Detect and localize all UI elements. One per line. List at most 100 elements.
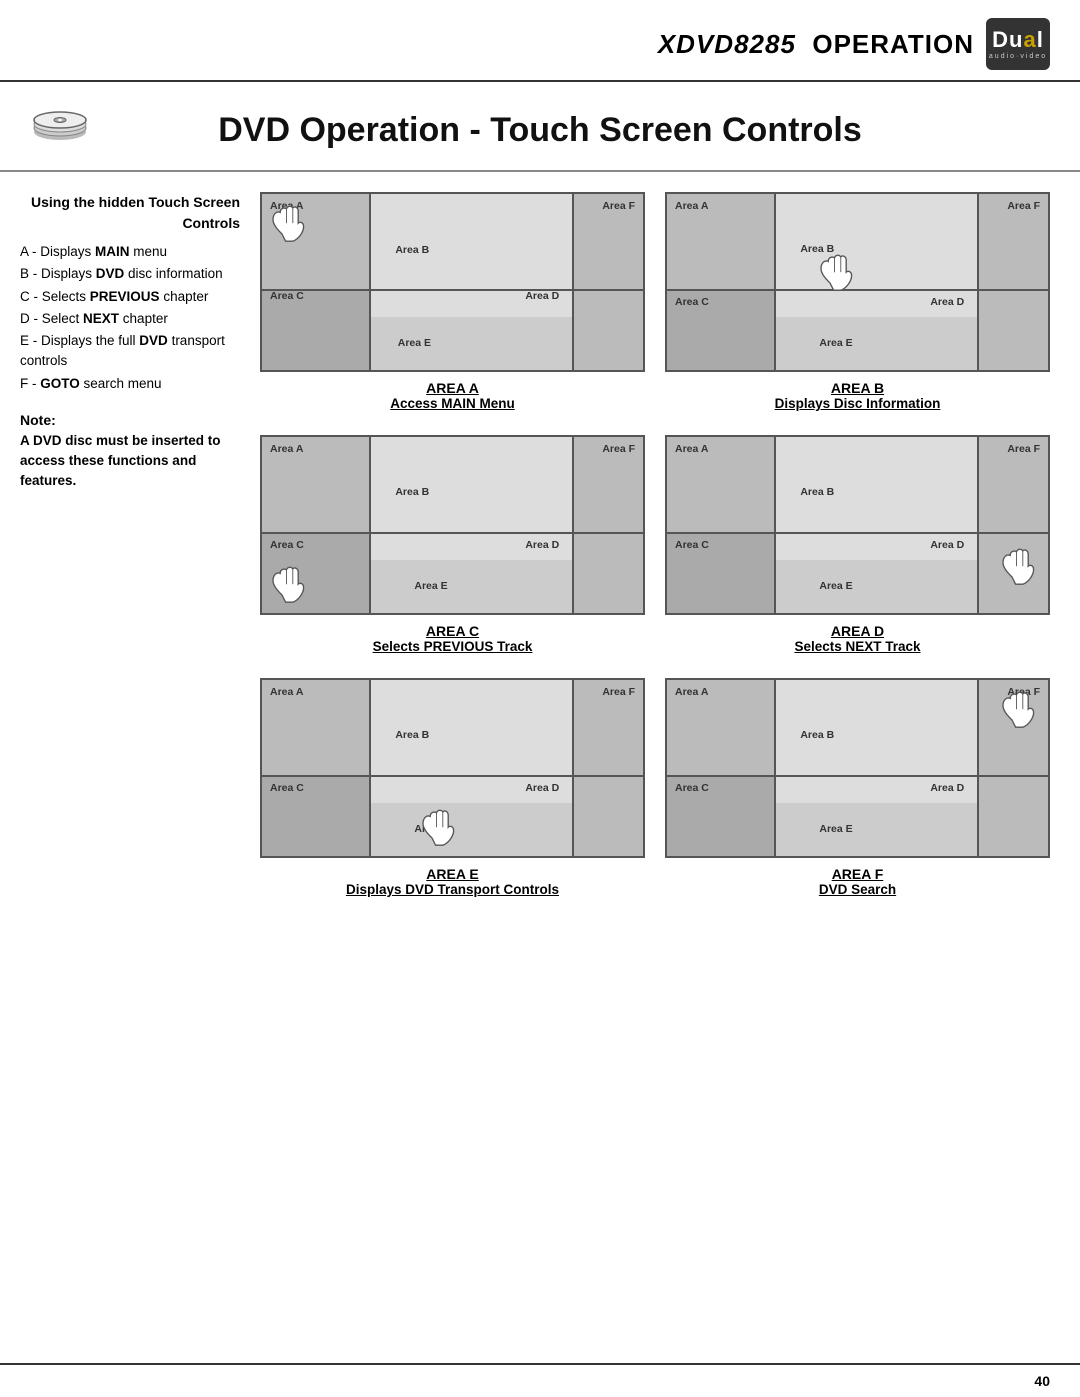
label-area-e: Area E (819, 580, 852, 592)
diagram-box-e: Area A Area F Area B Area C Area D Area … (260, 678, 645, 858)
diagram-box-b: Area A Area F Area B Area C Area D Area … (665, 192, 1050, 372)
label-area-d: Area D (930, 782, 964, 794)
diagram-box-f: Area A Area F Area B Area C Area D Area … (665, 678, 1050, 858)
header: XDVD8285 OPERATION Dual audio·video (0, 0, 1080, 82)
caption-area-label: AREA F (819, 866, 896, 882)
diagram-box-d: Area A Area F Area B Area C Area D Area … (665, 435, 1050, 615)
caption-area-label: AREA C (373, 623, 533, 639)
label-area-c: Area C (270, 539, 304, 551)
label-area-a: Area A (270, 443, 303, 455)
label-area-f: Area F (602, 200, 635, 212)
label-area-b: Area B (395, 486, 429, 498)
h-divider (667, 532, 1048, 534)
label-area-f: Area F (602, 443, 635, 455)
label-area-b: Area B (800, 729, 834, 741)
h-divider (262, 289, 643, 291)
label-area-a: Area A (675, 200, 708, 212)
diagram-area-e: Area A Area F Area B Area C Area D Area … (260, 678, 645, 897)
label-area-a: Area A (675, 443, 708, 455)
region-e (369, 560, 575, 613)
brand-logo: Dual audio·video (986, 18, 1050, 70)
label-area-e: Area E (398, 337, 431, 349)
list-item: A - Displays MAIN menu (20, 242, 240, 262)
label-area-d: Area D (525, 539, 559, 551)
label-area-e: Area E (819, 823, 852, 835)
operation-label: OPERATION (812, 29, 974, 59)
label-area-b: Area B (800, 486, 834, 498)
caption-area-desc: Access MAIN Menu (390, 396, 515, 411)
caption-area-label: AREA D (794, 623, 920, 639)
diagram-row-1: Area A Area F Area B Area C Area D Area … (260, 192, 1050, 411)
label-area-c: Area C (675, 782, 709, 794)
diagram-box-c: Area A Area F Area B Area C Area D Area … (260, 435, 645, 615)
list-item: D - Select NEXT chapter (20, 309, 240, 329)
v-divider-left (774, 194, 776, 370)
list-item: B - Displays DVD disc information (20, 264, 240, 284)
caption-area-b: AREA B Displays Disc Information (775, 380, 941, 411)
page-title: DVD Operation - Touch Screen Controls (110, 111, 1050, 150)
region-e (369, 803, 575, 856)
caption-area-e: AREA E Displays DVD Transport Controls (346, 866, 559, 897)
caption-area-label: AREA B (775, 380, 941, 396)
page-title-row: DVD Operation - Touch Screen Controls (0, 82, 1080, 172)
caption-area-a: AREA A Access MAIN Menu (390, 380, 515, 411)
v-divider-left (774, 437, 776, 613)
label-area-e: Area E (414, 580, 447, 592)
label-area-a: Area A (270, 686, 303, 698)
caption-area-desc: Selects PREVIOUS Track (373, 639, 533, 654)
diagram-row-3: Area A Area F Area B Area C Area D Area … (260, 678, 1050, 897)
region-e (774, 803, 980, 856)
dvd-disc-icon (30, 100, 90, 160)
label-area-b: Area B (395, 244, 429, 256)
main-content: Using the hidden Touch Screen Controls A… (0, 172, 1080, 917)
diagram-area-f: Area A Area F Area B Area C Area D Area … (665, 678, 1050, 897)
label-area-f: Area F (602, 686, 635, 698)
caption-area-desc: DVD Search (819, 882, 896, 897)
v-divider-right (572, 680, 574, 856)
diagram-area-a: Area A Area F Area B Area C Area D Area … (260, 192, 645, 411)
v-divider-right (572, 437, 574, 613)
label-area-f: Area F (1007, 443, 1040, 455)
left-sidebar: Using the hidden Touch Screen Controls A… (20, 192, 240, 897)
v-divider-left (369, 680, 371, 856)
hand-icon-e (414, 802, 466, 854)
logo-sub: audio·video (989, 53, 1047, 60)
caption-area-f: AREA F DVD Search (819, 866, 896, 897)
v-divider-left (774, 680, 776, 856)
note-title: Note: (20, 410, 240, 431)
label-area-c: Area C (270, 290, 304, 302)
list-item: E - Displays the full DVD transport cont… (20, 331, 240, 372)
region-e (774, 560, 980, 613)
region-e (774, 317, 980, 370)
v-divider-right (572, 194, 574, 370)
label-area-a: Area A (675, 686, 708, 698)
diagram-row-2: Area A Area F Area B Area C Area D Area … (260, 435, 1050, 654)
diagram-area-d: Area A Area F Area B Area C Area D Area … (665, 435, 1050, 654)
v-divider-left (369, 437, 371, 613)
sidebar-title-line1: Using the hidden Touch Screen (20, 192, 240, 213)
label-area-d: Area D (525, 782, 559, 794)
diagram-area-b: Area A Area F Area B Area C Area D Area … (665, 192, 1050, 411)
sidebar-title-line2: Controls (20, 213, 240, 234)
hand-icon-c (264, 559, 316, 611)
region-f (574, 680, 643, 856)
caption-area-label: AREA A (390, 380, 515, 396)
h-divider (667, 775, 1048, 777)
caption-area-desc: Displays Disc Information (775, 396, 941, 411)
page-number: 40 (1034, 1373, 1050, 1389)
hand-icon-f (994, 684, 1046, 736)
region-f (574, 194, 643, 370)
h-divider (262, 775, 643, 777)
caption-area-desc: Selects NEXT Track (794, 639, 920, 654)
label-area-d: Area D (930, 296, 964, 308)
caption-area-d: AREA D Selects NEXT Track (794, 623, 920, 654)
label-area-f: Area F (1007, 200, 1040, 212)
caption-area-label: AREA E (346, 866, 559, 882)
caption-area-c: AREA C Selects PREVIOUS Track (373, 623, 533, 654)
label-area-c: Area C (270, 782, 304, 794)
hand-icon-d (994, 541, 1046, 593)
h-divider (262, 532, 643, 534)
logo-text: Dual (992, 29, 1044, 51)
v-divider-right (977, 194, 979, 370)
model-name: XDVD8285 (658, 29, 796, 59)
